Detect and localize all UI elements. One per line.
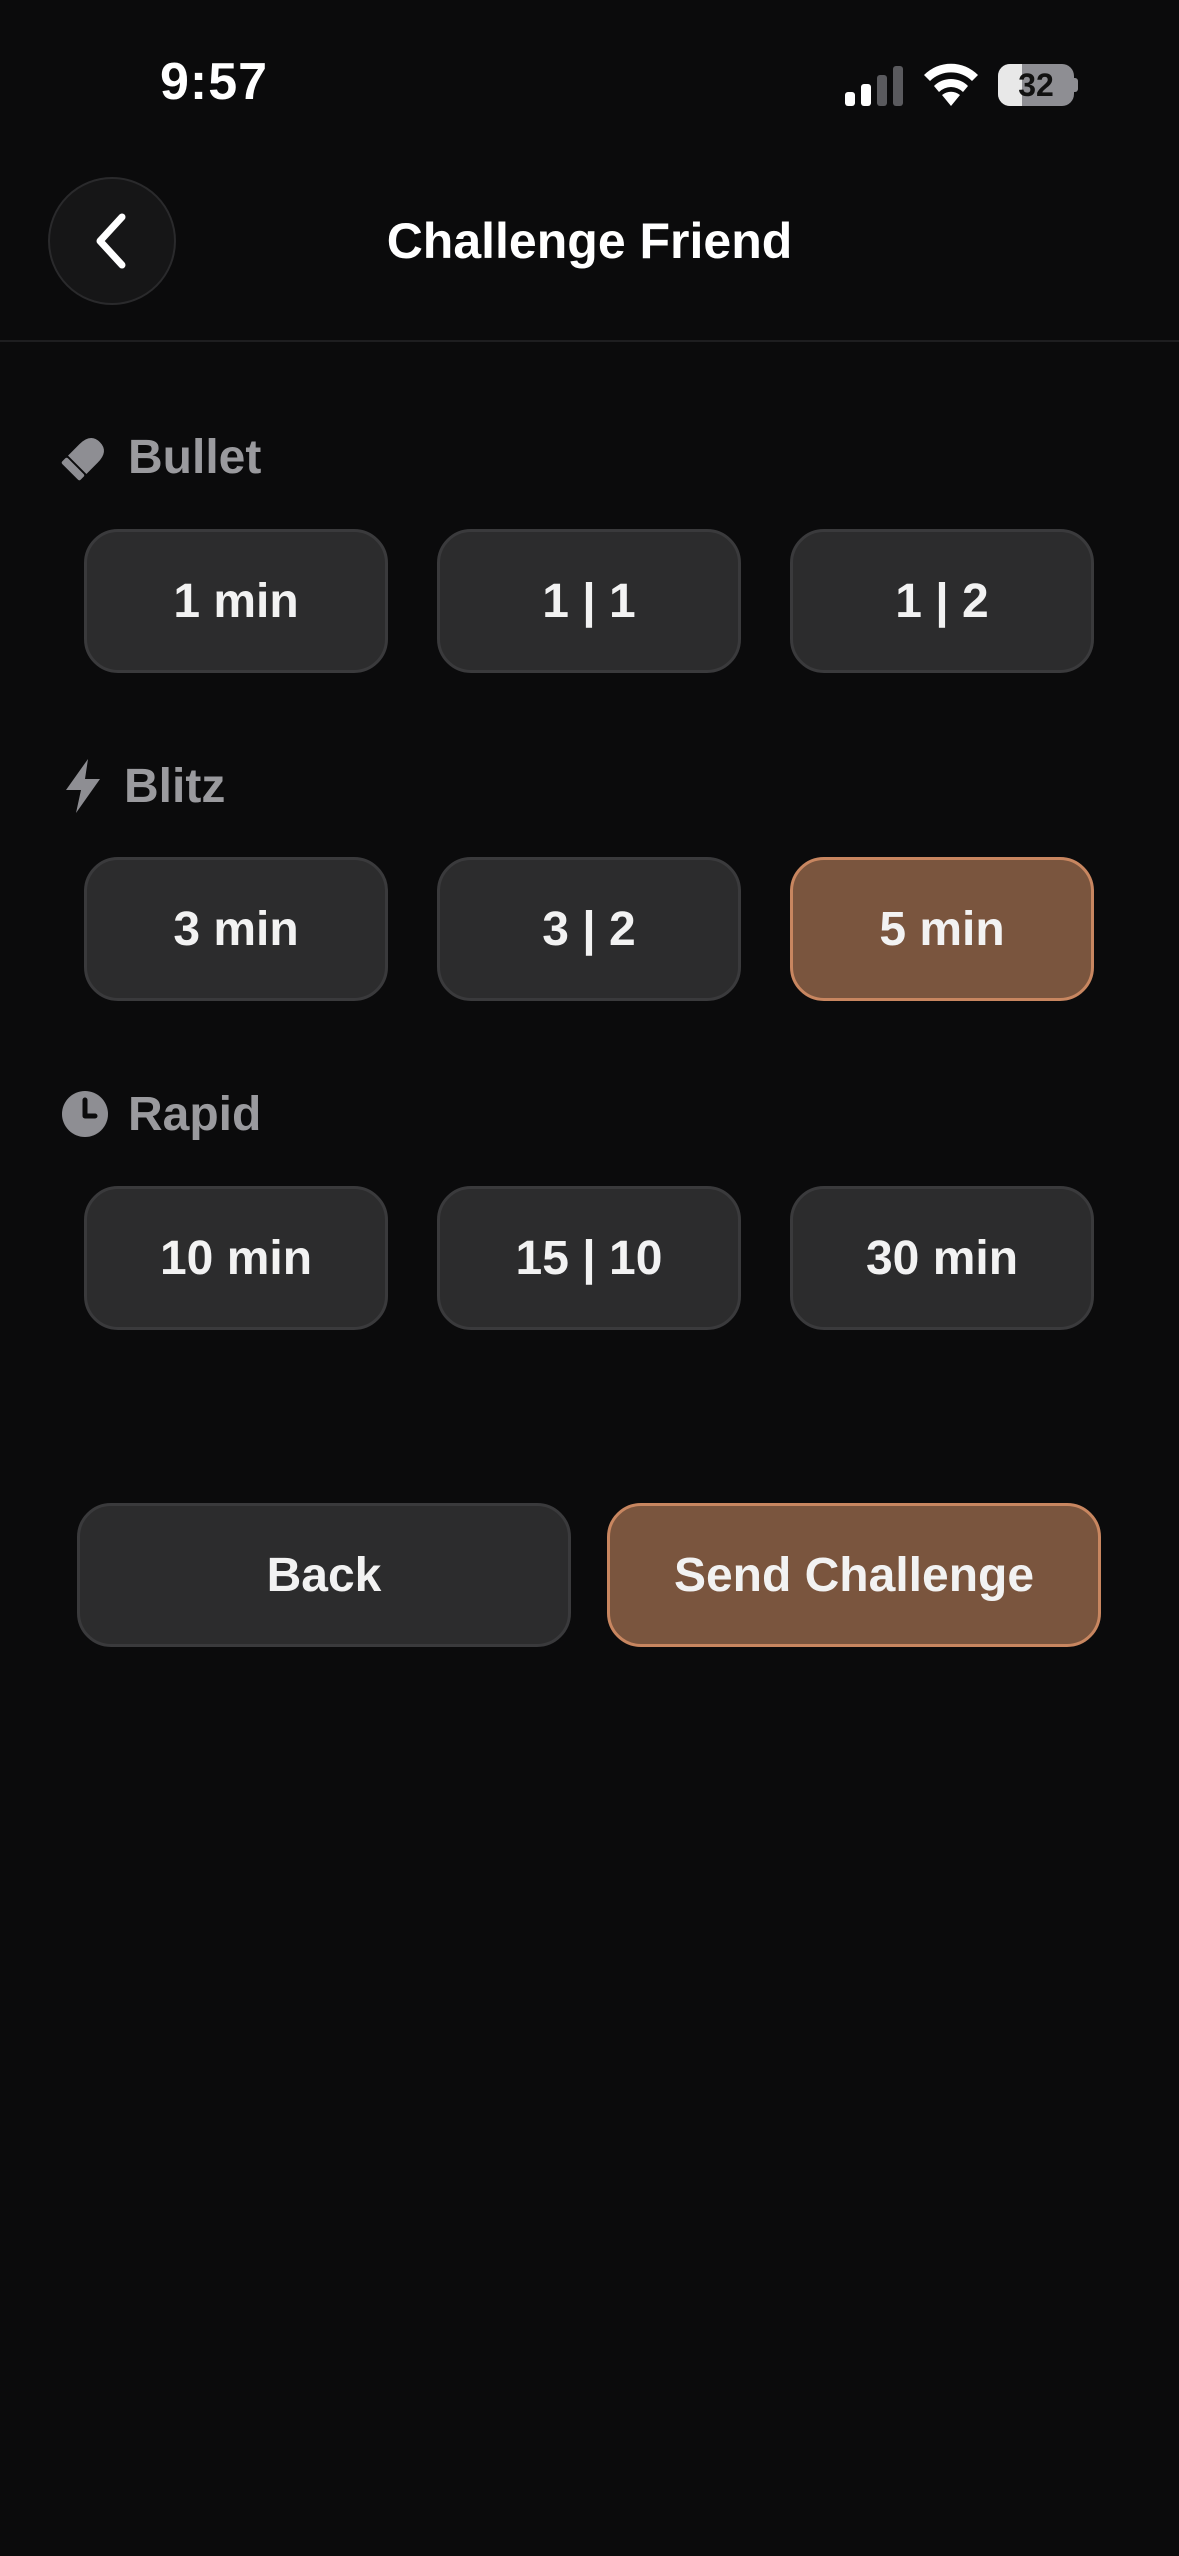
header: Challenge Friend xyxy=(0,160,1179,342)
cellular-signal-icon xyxy=(845,66,903,106)
bullet-options: 1 min 1 | 1 1 | 2 xyxy=(84,529,1094,673)
time-option-rapid-2[interactable]: 15 | 10 xyxy=(437,1186,741,1330)
section-bullet: Bullet xyxy=(60,425,261,489)
bullet-icon xyxy=(61,438,104,481)
blitz-options: 3 min 3 | 2 5 min xyxy=(84,857,1094,1001)
send-challenge-button[interactable]: Send Challenge xyxy=(607,1503,1101,1647)
time-option-bullet-2[interactable]: 1 | 1 xyxy=(437,529,741,673)
battery-level: 32 xyxy=(1018,67,1054,103)
battery-icon: 32 xyxy=(998,64,1078,106)
lightning-icon xyxy=(66,759,100,813)
page-title: Challenge Friend xyxy=(386,213,793,269)
section-rapid: Rapid xyxy=(60,1082,261,1146)
rapid-options: 10 min 15 | 10 30 min xyxy=(84,1186,1094,1330)
time-option-rapid-1[interactable]: 10 min xyxy=(84,1186,388,1330)
status-time: 9:57 xyxy=(160,53,269,111)
back-button[interactable]: Back xyxy=(77,1503,571,1647)
time-option-bullet-1[interactable]: 1 min xyxy=(84,529,388,673)
time-option-blitz-3[interactable]: 5 min xyxy=(790,857,1094,1001)
time-option-rapid-3[interactable]: 30 min xyxy=(790,1186,1094,1330)
status-bar: 9:57 32 xyxy=(0,0,1179,160)
section-label-bullet: Bullet xyxy=(128,430,262,484)
section-blitz: Blitz xyxy=(60,754,225,818)
time-option-blitz-1[interactable]: 3 min xyxy=(84,857,388,1001)
time-option-blitz-2[interactable]: 3 | 2 xyxy=(437,857,741,1001)
wifi-icon xyxy=(924,63,978,106)
section-label-blitz: Blitz xyxy=(124,759,226,813)
clock-icon xyxy=(62,1091,108,1137)
time-option-bullet-3[interactable]: 1 | 2 xyxy=(790,529,1094,673)
section-label-rapid: Rapid xyxy=(128,1087,262,1141)
